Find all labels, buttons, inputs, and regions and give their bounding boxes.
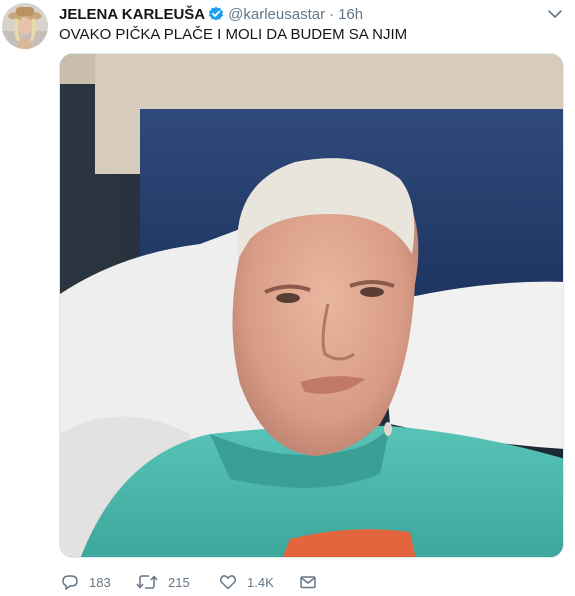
tweet-card[interactable]: JELENA KARLEUŠA @karleusastar · 16h OVAK… (0, 0, 575, 596)
timestamp[interactable]: 16h (338, 6, 363, 23)
reply-button[interactable]: 183 (61, 571, 111, 593)
like-icon (219, 575, 237, 590)
tweet-header: JELENA KARLEUŠA @karleusastar · 16h (59, 4, 363, 24)
tweet-photo[interactable] (59, 53, 564, 558)
caret-down-icon[interactable] (547, 7, 563, 19)
tweet-text: OVAKO PIČKA PLAČE I MOLI DA BUDEM SA NJI… (59, 26, 408, 43)
like-button[interactable]: 1.4K (219, 571, 274, 593)
retweet-button[interactable]: 215 (136, 571, 190, 593)
like-count: 1.4K (247, 574, 274, 590)
tweet-actions: 183 215 1.4K (59, 571, 359, 593)
direct-message-icon (300, 576, 316, 589)
reply-icon (62, 575, 78, 590)
avatar[interactable] (2, 3, 48, 49)
retweet-icon (136, 575, 158, 589)
separator-dot: · (329, 5, 335, 23)
reply-count: 183 (89, 574, 111, 590)
author-name[interactable]: JELENA KARLEUŠA (59, 6, 205, 23)
verified-badge-icon (208, 6, 224, 22)
direct-message-button[interactable] (299, 571, 327, 593)
author-handle[interactable]: @karleusastar (228, 6, 325, 23)
retweet-count: 215 (168, 574, 190, 590)
